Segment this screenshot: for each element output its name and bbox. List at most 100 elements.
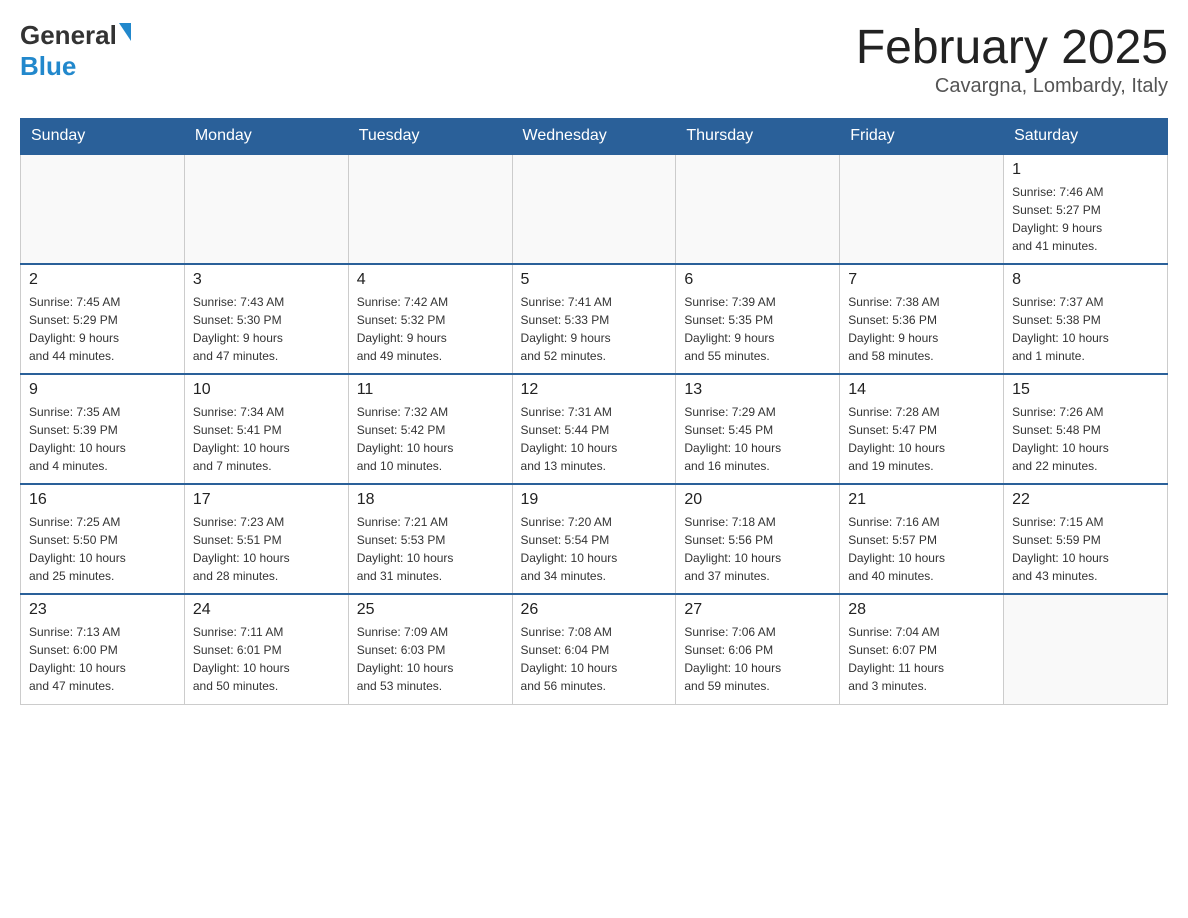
calendar-cell: 9Sunrise: 7:35 AM Sunset: 5:39 PM Daylig… xyxy=(21,374,185,484)
day-number: 6 xyxy=(684,271,831,289)
day-number: 27 xyxy=(684,601,831,619)
calendar-cell xyxy=(512,154,676,264)
day-info: Sunrise: 7:16 AM Sunset: 5:57 PM Dayligh… xyxy=(848,513,995,585)
logo-general: General xyxy=(20,20,117,51)
day-info: Sunrise: 7:08 AM Sunset: 6:04 PM Dayligh… xyxy=(521,623,668,695)
day-info: Sunrise: 7:42 AM Sunset: 5:32 PM Dayligh… xyxy=(357,293,504,365)
day-info: Sunrise: 7:41 AM Sunset: 5:33 PM Dayligh… xyxy=(521,293,668,365)
calendar-cell: 27 Sunrise: 7:06 AM Sunset: 6:06 PM Dayli… xyxy=(676,594,840,704)
calendar-week-row: 16 Sunrise: 7:25 AM Sunset: 5:50 PM Dayli… xyxy=(21,484,1168,594)
calendar-week-row: 9Sunrise: 7:35 AM Sunset: 5:39 PM Daylig… xyxy=(21,374,1168,484)
calendar-cell: 15 Sunrise: 7:26 AM Sunset: 5:48 PM Dayli… xyxy=(1004,374,1168,484)
day-info: Sunrise: 7:32 AM Sunset: 5:42 PM Dayligh… xyxy=(357,403,504,475)
calendar-cell xyxy=(1004,594,1168,704)
day-info: Sunrise: 7:15 AM Sunset: 5:59 PM Dayligh… xyxy=(1012,513,1159,585)
calendar-cell xyxy=(184,154,348,264)
day-number: 13 xyxy=(684,381,831,399)
day-number: 25 xyxy=(357,601,504,619)
calendar-cell: 28 Sunrise: 7:04 AM Sunset: 6:07 PM Dayli… xyxy=(840,594,1004,704)
day-info: Sunrise: 7:20 AM Sunset: 5:54 PM Dayligh… xyxy=(521,513,668,585)
calendar-title: February 2025 xyxy=(856,20,1168,75)
day-info: Sunrise: 7:45 AM Sunset: 5:29 PM Dayligh… xyxy=(29,293,176,365)
day-number: 24 xyxy=(193,601,340,619)
calendar-cell: 1 Sunrise: 7:46 AM Sunset: 5:27 PM Daylig… xyxy=(1004,154,1168,264)
day-number: 21 xyxy=(848,491,995,509)
calendar-cell: 3 Sunrise: 7:43 AM Sunset: 5:30 PM Daylig… xyxy=(184,264,348,374)
day-info: Sunrise: 7:28 AM Sunset: 5:47 PM Dayligh… xyxy=(848,403,995,475)
day-info: Sunrise: 7:21 AM Sunset: 5:53 PM Dayligh… xyxy=(357,513,504,585)
day-info: Sunrise: 7:39 AM Sunset: 5:35 PM Dayligh… xyxy=(684,293,831,365)
day-number: 7 xyxy=(848,271,995,289)
calendar-header-row: SundayMondayTuesdayWednesdayThursdayFrid… xyxy=(21,119,1168,155)
day-info: Sunrise: 7:29 AM Sunset: 5:45 PM Dayligh… xyxy=(684,403,831,475)
calendar-cell: 4Sunrise: 7:42 AM Sunset: 5:32 PM Daylig… xyxy=(348,264,512,374)
day-of-week-header: Sunday xyxy=(21,119,185,155)
calendar-cell: 25Sunrise: 7:09 AM Sunset: 6:03 PM Dayli… xyxy=(348,594,512,704)
calendar-cell: 12 Sunrise: 7:31 AM Sunset: 5:44 PM Dayli… xyxy=(512,374,676,484)
calendar-cell: 2 Sunrise: 7:45 AM Sunset: 5:29 PM Daylig… xyxy=(21,264,185,374)
day-info: Sunrise: 7:46 AM Sunset: 5:27 PM Dayligh… xyxy=(1012,183,1159,255)
calendar-cell: 23 Sunrise: 7:13 AM Sunset: 6:00 PM Dayli… xyxy=(21,594,185,704)
calendar-cell: 5Sunrise: 7:41 AM Sunset: 5:33 PM Daylig… xyxy=(512,264,676,374)
logo-triangle-icon xyxy=(119,23,131,41)
calendar-week-row: 2 Sunrise: 7:45 AM Sunset: 5:29 PM Daylig… xyxy=(21,264,1168,374)
day-info: Sunrise: 7:23 AM Sunset: 5:51 PM Dayligh… xyxy=(193,513,340,585)
day-number: 11 xyxy=(357,381,504,399)
calendar-cell xyxy=(676,154,840,264)
calendar-cell xyxy=(348,154,512,264)
day-number: 15 xyxy=(1012,381,1159,399)
day-number: 12 xyxy=(521,381,668,399)
calendar-cell: 16 Sunrise: 7:25 AM Sunset: 5:50 PM Dayli… xyxy=(21,484,185,594)
day-info: Sunrise: 7:38 AM Sunset: 5:36 PM Dayligh… xyxy=(848,293,995,365)
calendar-week-row: 1 Sunrise: 7:46 AM Sunset: 5:27 PM Daylig… xyxy=(21,154,1168,264)
calendar-cell: 11 Sunrise: 7:32 AM Sunset: 5:42 PM Dayli… xyxy=(348,374,512,484)
calendar-cell: 7 Sunrise: 7:38 AM Sunset: 5:36 PM Daylig… xyxy=(840,264,1004,374)
calendar-cell: 8 Sunrise: 7:37 AM Sunset: 5:38 PM Daylig… xyxy=(1004,264,1168,374)
day-info: Sunrise: 7:11 AM Sunset: 6:01 PM Dayligh… xyxy=(193,623,340,695)
calendar-cell: 10 Sunrise: 7:34 AM Sunset: 5:41 PM Dayli… xyxy=(184,374,348,484)
day-of-week-header: Friday xyxy=(840,119,1004,155)
day-number: 10 xyxy=(193,381,340,399)
day-number: 20 xyxy=(684,491,831,509)
day-of-week-header: Tuesday xyxy=(348,119,512,155)
day-number: 16 xyxy=(29,491,176,509)
calendar-cell: 24 Sunrise: 7:11 AM Sunset: 6:01 PM Dayli… xyxy=(184,594,348,704)
page-header: General Blue February 2025 Cavargna, Lom… xyxy=(20,20,1168,98)
day-info: Sunrise: 7:13 AM Sunset: 6:00 PM Dayligh… xyxy=(29,623,176,695)
day-number: 26 xyxy=(521,601,668,619)
day-info: Sunrise: 7:35 AM Sunset: 5:39 PM Dayligh… xyxy=(29,403,176,475)
calendar-cell: 18 Sunrise: 7:21 AM Sunset: 5:53 PM Dayli… xyxy=(348,484,512,594)
calendar-cell xyxy=(840,154,1004,264)
day-number: 18 xyxy=(357,491,504,509)
day-info: Sunrise: 7:34 AM Sunset: 5:41 PM Dayligh… xyxy=(193,403,340,475)
calendar-table: SundayMondayTuesdayWednesdayThursdayFrid… xyxy=(20,118,1168,705)
day-info: Sunrise: 7:25 AM Sunset: 5:50 PM Dayligh… xyxy=(29,513,176,585)
day-info: Sunrise: 7:06 AM Sunset: 6:06 PM Dayligh… xyxy=(684,623,831,695)
calendar-cell: 22 Sunrise: 7:15 AM Sunset: 5:59 PM Dayli… xyxy=(1004,484,1168,594)
day-of-week-header: Thursday xyxy=(676,119,840,155)
day-number: 17 xyxy=(193,491,340,509)
day-info: Sunrise: 7:26 AM Sunset: 5:48 PM Dayligh… xyxy=(1012,403,1159,475)
day-number: 3 xyxy=(193,271,340,289)
calendar-cell: 21 Sunrise: 7:16 AM Sunset: 5:57 PM Dayli… xyxy=(840,484,1004,594)
day-info: Sunrise: 7:43 AM Sunset: 5:30 PM Dayligh… xyxy=(193,293,340,365)
calendar-cell: 13 Sunrise: 7:29 AM Sunset: 5:45 PM Dayli… xyxy=(676,374,840,484)
day-number: 19 xyxy=(521,491,668,509)
day-info: Sunrise: 7:18 AM Sunset: 5:56 PM Dayligh… xyxy=(684,513,831,585)
day-number: 22 xyxy=(1012,491,1159,509)
calendar-cell: 26 Sunrise: 7:08 AM Sunset: 6:04 PM Dayli… xyxy=(512,594,676,704)
calendar-cell: 6 Sunrise: 7:39 AM Sunset: 5:35 PM Daylig… xyxy=(676,264,840,374)
calendar-cell xyxy=(21,154,185,264)
calendar-cell: 20 Sunrise: 7:18 AM Sunset: 5:56 PM Dayli… xyxy=(676,484,840,594)
day-number: 28 xyxy=(848,601,995,619)
day-info: Sunrise: 7:31 AM Sunset: 5:44 PM Dayligh… xyxy=(521,403,668,475)
calendar-subtitle: Cavargna, Lombardy, Italy xyxy=(856,75,1168,98)
day-info: Sunrise: 7:37 AM Sunset: 5:38 PM Dayligh… xyxy=(1012,293,1159,365)
day-number: 8 xyxy=(1012,271,1159,289)
day-number: 23 xyxy=(29,601,176,619)
day-number: 2 xyxy=(29,271,176,289)
day-info: Sunrise: 7:04 AM Sunset: 6:07 PM Dayligh… xyxy=(848,623,995,695)
calendar-cell: 19 Sunrise: 7:20 AM Sunset: 5:54 PM Dayli… xyxy=(512,484,676,594)
day-number: 1 xyxy=(1012,161,1159,179)
day-of-week-header: Saturday xyxy=(1004,119,1168,155)
